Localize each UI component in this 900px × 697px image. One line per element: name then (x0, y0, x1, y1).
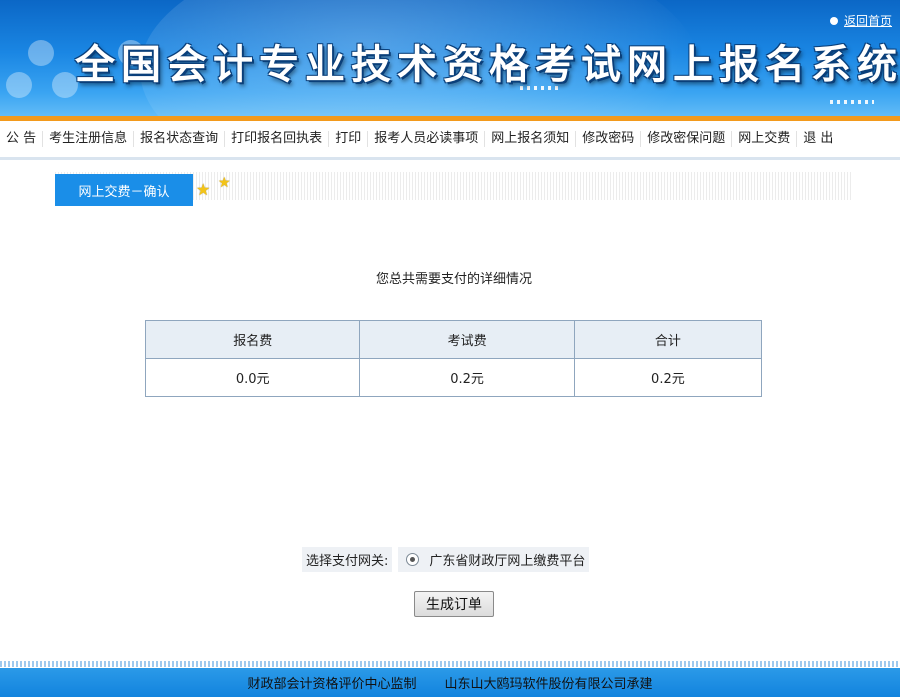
nav-item[interactable]: 修改密保问题 (641, 131, 733, 147)
home-link-wrap: 返回首页 (829, 12, 892, 29)
gateway-option-label: 广东省财政厅网上缴费平台 (429, 554, 586, 569)
column-header: 合计 (573, 320, 763, 359)
gateway-selector: 选择支付网关: 广东省财政厅网上缴费平台 (302, 547, 590, 572)
footer-divider (0, 661, 900, 667)
table-cell: 0.2元 (359, 358, 575, 397)
nav-item[interactable]: 网上交费 (732, 131, 798, 147)
table-header-row: 报名费 考试费 合计 (144, 320, 763, 359)
table-cell: 0.0元 (144, 358, 361, 397)
nav-item[interactable]: 报考人员必读事项 (368, 131, 486, 147)
gateway-option[interactable]: 广东省财政厅网上缴费平台 (398, 547, 590, 572)
nav-item[interactable]: 公 告 (0, 131, 44, 147)
generate-order-button[interactable]: 生成订单 (414, 591, 494, 617)
hex-decoration (28, 40, 54, 66)
nav-item[interactable]: 报名状态查询 (134, 131, 226, 147)
nav-item[interactable]: 修改密码 (576, 131, 642, 147)
nav-item[interactable]: 打印报名回执表 (225, 131, 330, 147)
header-banner: 全国会计专业技术资格考试网上报名系统 返回首页 (0, 0, 900, 116)
hex-decoration (6, 72, 32, 98)
star-icon: ★ (218, 175, 231, 191)
gateway-label: 选择支付网关: (302, 547, 393, 572)
bullet-icon (829, 16, 838, 25)
nav-item[interactable]: 考生注册信息 (43, 131, 135, 147)
section-tab: 网上交费－确认 (55, 174, 193, 206)
column-header: 考试费 (359, 320, 575, 359)
nav-item[interactable]: 打印 (329, 131, 369, 147)
fee-table: 报名费 考试费 合计 0.0元 0.2元 0.2元 (144, 320, 763, 397)
nav-item[interactable]: 网上报名须知 (485, 131, 577, 147)
gateway-radio[interactable] (406, 553, 420, 566)
footer: 财政部会计资格评价中心监制 山东山大鸥玛软件股份有限公司承建 (0, 668, 900, 697)
table-row: 0.0元 0.2元 0.2元 (144, 358, 763, 397)
nav-item[interactable]: 退 出 (797, 131, 839, 147)
star-icon: ★ (196, 180, 211, 199)
dot-decoration (830, 100, 874, 104)
summary-text: 您总共需要支付的详细情况 (375, 272, 532, 287)
main-nav: 公 告 考生注册信息 报名状态查询 打印报名回执表 打印 报考人员必读事项 网上… (0, 121, 900, 160)
footer-builder: 山东山大鸥玛软件股份有限公司承建 (444, 677, 653, 692)
site-title: 全国会计专业技术资格考试网上报名系统 (75, 41, 900, 88)
table-cell: 0.2元 (573, 358, 763, 397)
column-header: 报名费 (144, 320, 361, 359)
home-link[interactable]: 返回首页 (844, 12, 892, 29)
footer-supervisor: 财政部会计资格评价中心监制 (247, 677, 417, 692)
